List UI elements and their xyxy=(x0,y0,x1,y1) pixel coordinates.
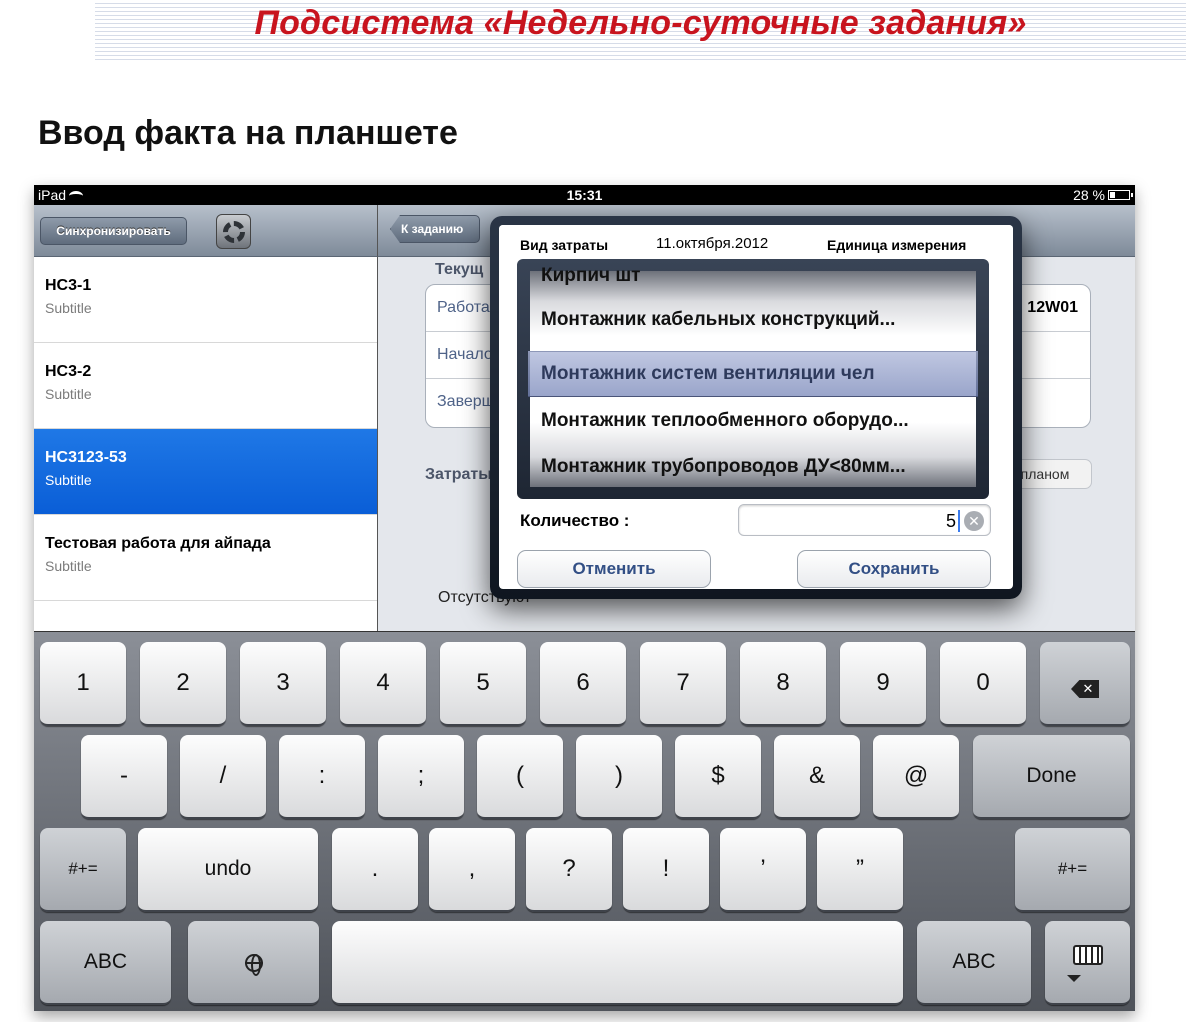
save-button[interactable]: Сохранить xyxy=(797,550,991,588)
list-item-title: НС3-1 xyxy=(45,277,92,294)
popover-header: Вид затраты 11.октября.2012 Единица изме… xyxy=(499,225,1013,261)
abc-key-left[interactable]: ABC xyxy=(40,921,171,1005)
battery-icon xyxy=(1108,190,1133,200)
backspace-icon: ✕ xyxy=(1071,680,1099,698)
date-header: 11.октября.2012 xyxy=(656,235,769,252)
list-item-subtitle: Subtitle xyxy=(45,386,92,402)
list-item-selected[interactable]: НС3123-53 Subtitle xyxy=(34,429,377,515)
done-key[interactable]: Done xyxy=(973,735,1130,819)
numeric-keyboard: 1 2 3 4 5 6 7 8 9 0 ✕ - / : ; ( ) $ & @ … xyxy=(34,631,1135,1011)
picker-item[interactable]: Монтажник кабельных конструкций... xyxy=(541,309,981,331)
list-item-title: Тестовая работа для айпада xyxy=(45,535,271,552)
key-0[interactable]: 0 xyxy=(940,642,1026,726)
task-list: НС3-1 Subtitle НС3-2 Subtitle НС3123-53 … xyxy=(34,257,378,631)
key-ampersand[interactable]: & xyxy=(774,735,860,819)
slide-subtitle: Ввод факта на планшете xyxy=(38,114,458,152)
picker-item[interactable]: Монтажник трубопроводов ДУ<80мм... xyxy=(541,456,981,478)
cost-type-picker[interactable]: Кирпич шт Монтажник кабельных конструкци… xyxy=(517,259,989,499)
abc-key-right[interactable]: ABC xyxy=(917,921,1031,1005)
globe-key[interactable] xyxy=(188,921,319,1005)
list-item-subtitle: Subtitle xyxy=(45,300,92,316)
status-time: 15:31 xyxy=(566,187,603,203)
picker-item-selected[interactable]: Монтажник систем вентиляции чел xyxy=(541,363,981,385)
quantity-input[interactable]: 5 ✕ xyxy=(738,504,991,536)
picker-wheel[interactable]: Кирпич шт Монтажник кабельных конструкци… xyxy=(528,265,978,487)
fact-entry-popover: Вид затраты 11.октября.2012 Единица изме… xyxy=(490,216,1022,599)
status-bar: iPad 15:31 28 % xyxy=(34,185,1135,205)
key-7[interactable]: 7 xyxy=(640,642,726,726)
list-item-title: НС3-2 xyxy=(45,363,92,380)
key-at[interactable]: @ xyxy=(873,735,959,819)
chevron-down-icon xyxy=(1067,975,1081,982)
dismiss-keyboard-key[interactable] xyxy=(1045,921,1130,1005)
key-colon[interactable]: : xyxy=(279,735,365,819)
text-caret xyxy=(958,510,960,532)
list-item[interactable]: НС3-2 Subtitle xyxy=(34,343,377,429)
slide-title-band: Подсистема «Недельно-суточные задания» xyxy=(95,0,1186,62)
key-close-paren[interactable]: ) xyxy=(576,735,662,819)
backspace-key[interactable]: ✕ xyxy=(1040,642,1130,726)
key-5[interactable]: 5 xyxy=(440,642,526,726)
undo-key[interactable]: undo xyxy=(138,828,318,912)
left-navbar: Синхронизировать xyxy=(34,205,378,257)
list-item-subtitle: Subtitle xyxy=(45,472,92,488)
key-period[interactable]: . xyxy=(332,828,418,912)
key-slash[interactable]: / xyxy=(180,735,266,819)
key-4[interactable]: 4 xyxy=(340,642,426,726)
cost-type-header: Вид затраты xyxy=(520,237,609,253)
cancel-button[interactable]: Отменить xyxy=(517,550,711,588)
list-item-title: НС3123-53 xyxy=(45,449,127,466)
quantity-label: Количество : xyxy=(520,511,630,530)
globe-icon xyxy=(244,954,263,976)
key-2[interactable]: 2 xyxy=(140,642,226,726)
detail-row-label: Начало xyxy=(437,346,493,363)
key-6[interactable]: 6 xyxy=(540,642,626,726)
key-quote[interactable]: ” xyxy=(817,828,903,912)
symbols-key-left[interactable]: #+= xyxy=(40,828,126,912)
gear-icon xyxy=(223,221,245,243)
section-header: Текущ xyxy=(435,261,484,278)
key-minus[interactable]: - xyxy=(81,735,167,819)
key-apostrophe[interactable]: ’ xyxy=(720,828,806,912)
list-item-subtitle: Subtitle xyxy=(45,558,92,574)
key-1[interactable]: 1 xyxy=(40,642,126,726)
detail-row-label: Работа xyxy=(437,299,490,316)
unit-header: Единица измерения xyxy=(827,237,967,253)
quantity-value: 5 xyxy=(945,511,956,531)
space-key[interactable] xyxy=(332,921,903,1005)
key-question[interactable]: ? xyxy=(526,828,612,912)
sync-button[interactable]: Синхронизировать xyxy=(40,217,187,245)
clear-icon[interactable]: ✕ xyxy=(964,511,984,531)
costs-label: Затраты xyxy=(425,466,492,483)
picker-item[interactable]: Кирпич шт xyxy=(541,265,981,287)
key-comma[interactable]: , xyxy=(429,828,515,912)
key-exclamation[interactable]: ! xyxy=(623,828,709,912)
popover-content: Вид затраты 11.октября.2012 Единица изме… xyxy=(499,225,1013,589)
key-9[interactable]: 9 xyxy=(840,642,926,726)
back-button[interactable]: К заданию xyxy=(390,215,480,243)
keyboard-icon xyxy=(1072,945,1103,965)
battery-percent: 28 % xyxy=(1073,187,1105,203)
key-open-paren[interactable]: ( xyxy=(477,735,563,819)
key-semicolon[interactable]: ; xyxy=(378,735,464,819)
key-3[interactable]: 3 xyxy=(240,642,326,726)
ipad-screen: iPad 15:31 28 % Синхронизировать НС3-1 S… xyxy=(34,185,1135,1011)
symbols-key-right[interactable]: #+= xyxy=(1015,828,1130,912)
detail-row-value: 12W01 xyxy=(1027,299,1078,316)
key-8[interactable]: 8 xyxy=(740,642,826,726)
list-item[interactable]: НС3-1 Subtitle xyxy=(34,257,377,343)
slide-title: Подсистема «Недельно-суточные задания» xyxy=(254,4,1027,42)
key-dollar[interactable]: $ xyxy=(675,735,761,819)
settings-button[interactable] xyxy=(216,214,251,249)
list-item[interactable]: Тестовая работа для айпада Subtitle xyxy=(34,515,377,601)
picker-item[interactable]: Монтажник теплообменного оборудо... xyxy=(541,410,981,432)
